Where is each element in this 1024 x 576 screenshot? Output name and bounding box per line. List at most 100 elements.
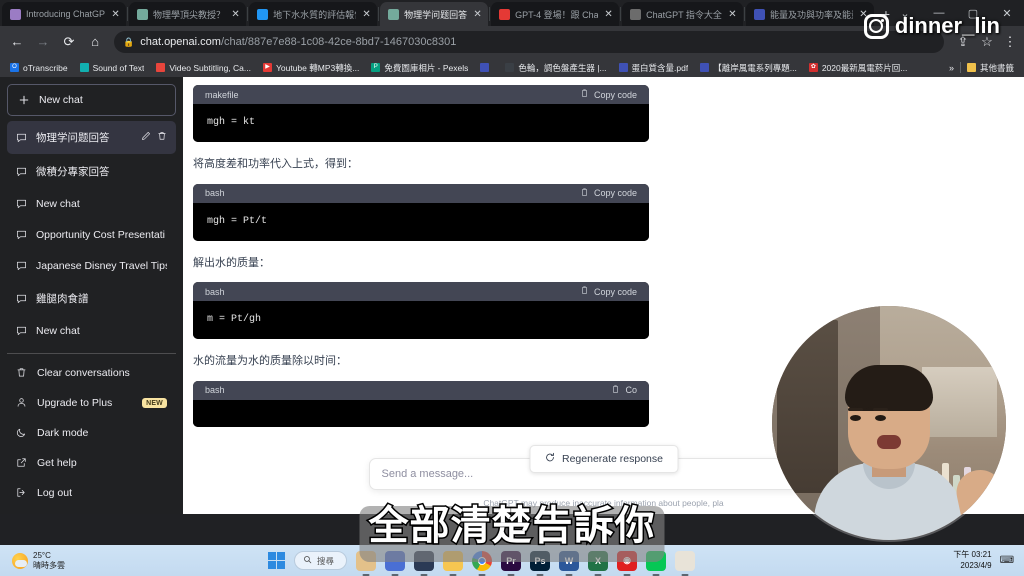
person-eye-right (875, 415, 886, 422)
tab-separator (378, 7, 380, 21)
browser-tab[interactable]: ChatGPT 指令大全 ✕ (622, 2, 743, 26)
copy-code-button[interactable]: Copy code (580, 89, 637, 100)
close-tab-icon[interactable]: ✕ (603, 9, 614, 20)
bookmark-item[interactable]: 【離岸風電系列專題... (694, 62, 803, 74)
chat-bubble-icon (16, 198, 28, 210)
tab-title: 物理学问题回答 (404, 9, 468, 20)
chat-bubble-icon (16, 229, 28, 241)
sidebar-menu-item[interactable]: Upgrade to Plus NEW (7, 388, 176, 418)
clipboard-icon (580, 286, 589, 297)
sidebar-menu-label: Dark mode (37, 427, 89, 439)
sidebar-conversation[interactable]: 微積分專家回答 (7, 155, 176, 188)
code-language-label: bash (205, 188, 225, 199)
taskbar-search[interactable]: 搜尋 (294, 551, 348, 570)
bookmark-item[interactable]: 色輪，調色盤產生器 |... (499, 62, 612, 74)
sidebar-menu: Clear conversations Upgrade to Plus NEW Dar… (7, 358, 176, 508)
webcam-overlay (772, 306, 1006, 540)
sidebar-conversation[interactable]: Opportunity Cost Presentati (7, 220, 176, 250)
browser-tab[interactable]: 能量及功與功率及能量 ✕ (745, 2, 874, 26)
chatgpt-icon (388, 8, 400, 20)
browser-tab[interactable]: GPT-4 登場！跟 Cha ✕ (491, 2, 620, 26)
tray-icon[interactable]: ⌨ (1000, 555, 1024, 566)
code-language-label: bash (205, 286, 225, 297)
bookmark-label: 2020最新風電菸片回... (821, 62, 908, 73)
copy-code-label: Copy code (593, 89, 637, 100)
bookmark-item[interactable]: Sound of Text (74, 63, 151, 73)
url-host: chat.openai.com (140, 36, 221, 48)
browser-tab[interactable]: 物理学问题回答 ✕ (380, 2, 489, 26)
bookmark-label: 蛋白質含量.pdf (631, 62, 689, 73)
sidebar-menu-item[interactable]: Dark mode (7, 418, 176, 448)
close-tab-icon[interactable]: ✕ (727, 9, 738, 20)
sidebar-menu-item[interactable]: Log out (7, 478, 176, 508)
sidebar-divider (7, 353, 176, 354)
browser-tab[interactable]: Introducing ChatGP ✕ (2, 2, 127, 26)
person-hair (845, 365, 933, 412)
sidebar-conversation[interactable]: New chat (7, 189, 176, 219)
regenerate-label: Regenerate response (562, 453, 663, 465)
code-block: bash Copy code m = Pt/gh (193, 282, 649, 340)
conversation-title: New chat (36, 198, 80, 210)
sidebar-menu-label: Get help (37, 457, 77, 469)
regenerate-response-button[interactable]: Regenerate response (529, 445, 678, 473)
close-tab-icon[interactable]: ✕ (361, 9, 372, 20)
bookmark-item[interactable]: P 免費圖庫相片 - Pexels (365, 62, 474, 74)
paragraph-text: 水的流量为水的质量除以时间： (193, 355, 347, 368)
other-bookmarks-folder[interactable]: 其他書籤 (961, 62, 1020, 74)
chat-bubble-icon (16, 293, 28, 305)
sidebar-conversation[interactable]: 雞腿肉食譜 (7, 282, 176, 315)
sidebar-conversation[interactable]: Japanese Disney Travel Tips (7, 251, 176, 281)
sidebar-conversation[interactable]: 物理学问题回答 (7, 121, 176, 154)
bookmark-item[interactable]: ✿ 2020最新風電菸片回... (803, 62, 914, 74)
checkbox-icon (499, 8, 511, 20)
person-mouth (877, 435, 901, 450)
bookmark-favicon: P (371, 63, 381, 72)
bookmark-item[interactable] (474, 63, 499, 72)
person-eye-left (850, 415, 861, 422)
sidebar-menu-label: Upgrade to Plus (37, 397, 113, 409)
arrow-left-icon[interactable]: ← (6, 31, 28, 53)
copy-code-label: Copy code (593, 286, 637, 297)
bookmarks-bar: OoTranscribe Sound of Text Video Subtitlin… (0, 58, 1024, 77)
bookmark-item[interactable]: Video Subtitling, Ca... (150, 63, 257, 73)
speaker-app[interactable] (675, 550, 696, 571)
address-bar[interactable]: 🔒 chat.openai.com/chat/887e7e88-1c08-42c… (114, 31, 944, 53)
folder-icon (966, 63, 976, 72)
chat-bubble-icon (16, 132, 28, 144)
new-chat-button[interactable]: New chat (7, 84, 176, 116)
trash-icon[interactable] (157, 131, 167, 144)
pencil-icon[interactable] (141, 131, 151, 144)
clock-time: 下午 03:21 (953, 550, 992, 560)
sidebar-conversation[interactable]: New chat (7, 316, 176, 346)
bookmark-favicon (700, 63, 710, 72)
copy-code-button[interactable]: Copy code (580, 286, 637, 297)
assistant-message: makefile Copy code mgh = kt 将高度差和功率代入上式，得到：… (193, 85, 649, 427)
kebab-menu-icon[interactable]: ⋮ (1002, 31, 1018, 53)
weather-temp: 25°C (33, 550, 51, 560)
copy-code-button[interactable]: Co (611, 385, 637, 396)
browser-tab[interactable]: 物理學頂尖教授？ ✕ (129, 2, 247, 26)
taskbar-clock[interactable]: 下午 03:21 2023/4/9 (953, 550, 999, 571)
close-tab-icon[interactable]: ✕ (230, 9, 241, 20)
sidebar-menu-item[interactable]: Get help (7, 448, 176, 478)
code-block-header: makefile Copy code (193, 85, 649, 104)
bookmark-item[interactable]: 蛋白質含量.pdf (613, 62, 695, 74)
reload-icon[interactable]: ⟳ (58, 31, 80, 53)
tab-title: ChatGPT 指令大全 (646, 9, 722, 20)
copy-code-button[interactable]: Copy code (580, 188, 637, 199)
sun-cloud-icon (12, 552, 28, 569)
person-brow-right (873, 408, 888, 412)
close-tab-icon[interactable]: ✕ (110, 9, 121, 20)
copy-code-label: Copy code (593, 188, 637, 199)
bookmark-item[interactable]: ▶ Youtube 轉MP3轉換... (257, 62, 365, 74)
bookmarks-overflow-button[interactable]: » (943, 63, 960, 73)
sidebar-menu-item[interactable]: Clear conversations (7, 358, 176, 388)
url-path: /chat/887e7e88-1c08-42ce-8bd7-1467030c83… (220, 36, 457, 48)
home-icon[interactable]: ⌂ (84, 31, 106, 53)
weather-widget[interactable]: 25°C 晴時多雲 (0, 551, 268, 571)
close-tab-icon[interactable]: ✕ (472, 9, 483, 20)
bookmark-favicon (156, 63, 166, 72)
windows-logo-icon[interactable] (268, 552, 285, 569)
browser-tab[interactable]: 地下水水質的評估報告 ✕ (249, 2, 378, 26)
bookmark-item[interactable]: OoTranscribe (4, 63, 74, 73)
